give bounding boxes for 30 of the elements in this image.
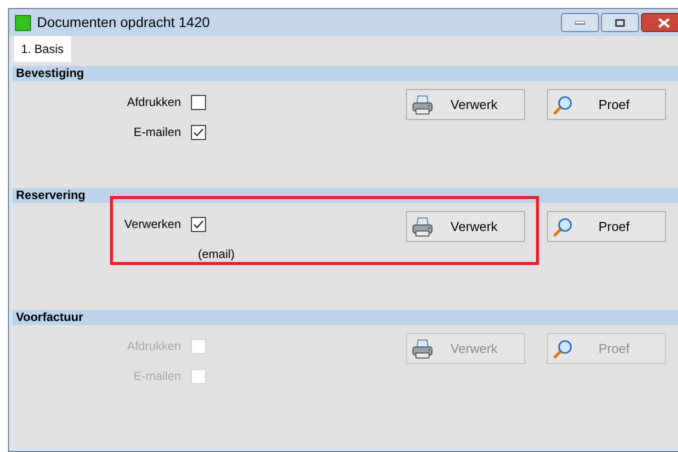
- printer-icon: [412, 216, 434, 236]
- close-icon: [658, 18, 670, 28]
- minimize-button[interactable]: [561, 13, 599, 32]
- checkbox-label: E-mailen: [132, 368, 182, 385]
- maximize-button[interactable]: [601, 13, 639, 32]
- printer-icon: [412, 94, 434, 114]
- checkbox[interactable]: [191, 94, 206, 110]
- minimize-icon: [575, 20, 585, 24]
- magnifier-icon: [553, 94, 573, 114]
- checkbox[interactable]: [191, 216, 206, 232]
- magnifier-icon: [553, 338, 573, 358]
- window-title: Documenten opdracht 1420: [37, 13, 211, 32]
- process-button[interactable]: Verwerk: [406, 211, 525, 242]
- close-button[interactable]: [641, 13, 678, 32]
- checkbox-label: Afdrukken: [126, 338, 182, 355]
- note-text: (email): [198, 246, 235, 263]
- app-icon: [15, 14, 31, 30]
- preview-button[interactable]: Proef: [547, 211, 666, 242]
- tab[interactable]: 1. Basis: [14, 36, 71, 62]
- section-header: Bevestiging: [12, 66, 678, 81]
- section-header: Voorfactuur: [12, 310, 678, 325]
- checkbox-label: E-mailen: [132, 124, 182, 141]
- preview-button[interactable]: Proef: [547, 89, 666, 120]
- checkbox-label: Afdrukken: [126, 94, 182, 111]
- magnifier-icon: [553, 216, 573, 236]
- printer-icon: [412, 338, 434, 358]
- process-button[interactable]: Verwerk: [406, 89, 525, 120]
- restore-icon: [615, 18, 625, 26]
- checkbox[interactable]: [191, 124, 206, 140]
- checkbox-label: Verwerken: [123, 216, 182, 233]
